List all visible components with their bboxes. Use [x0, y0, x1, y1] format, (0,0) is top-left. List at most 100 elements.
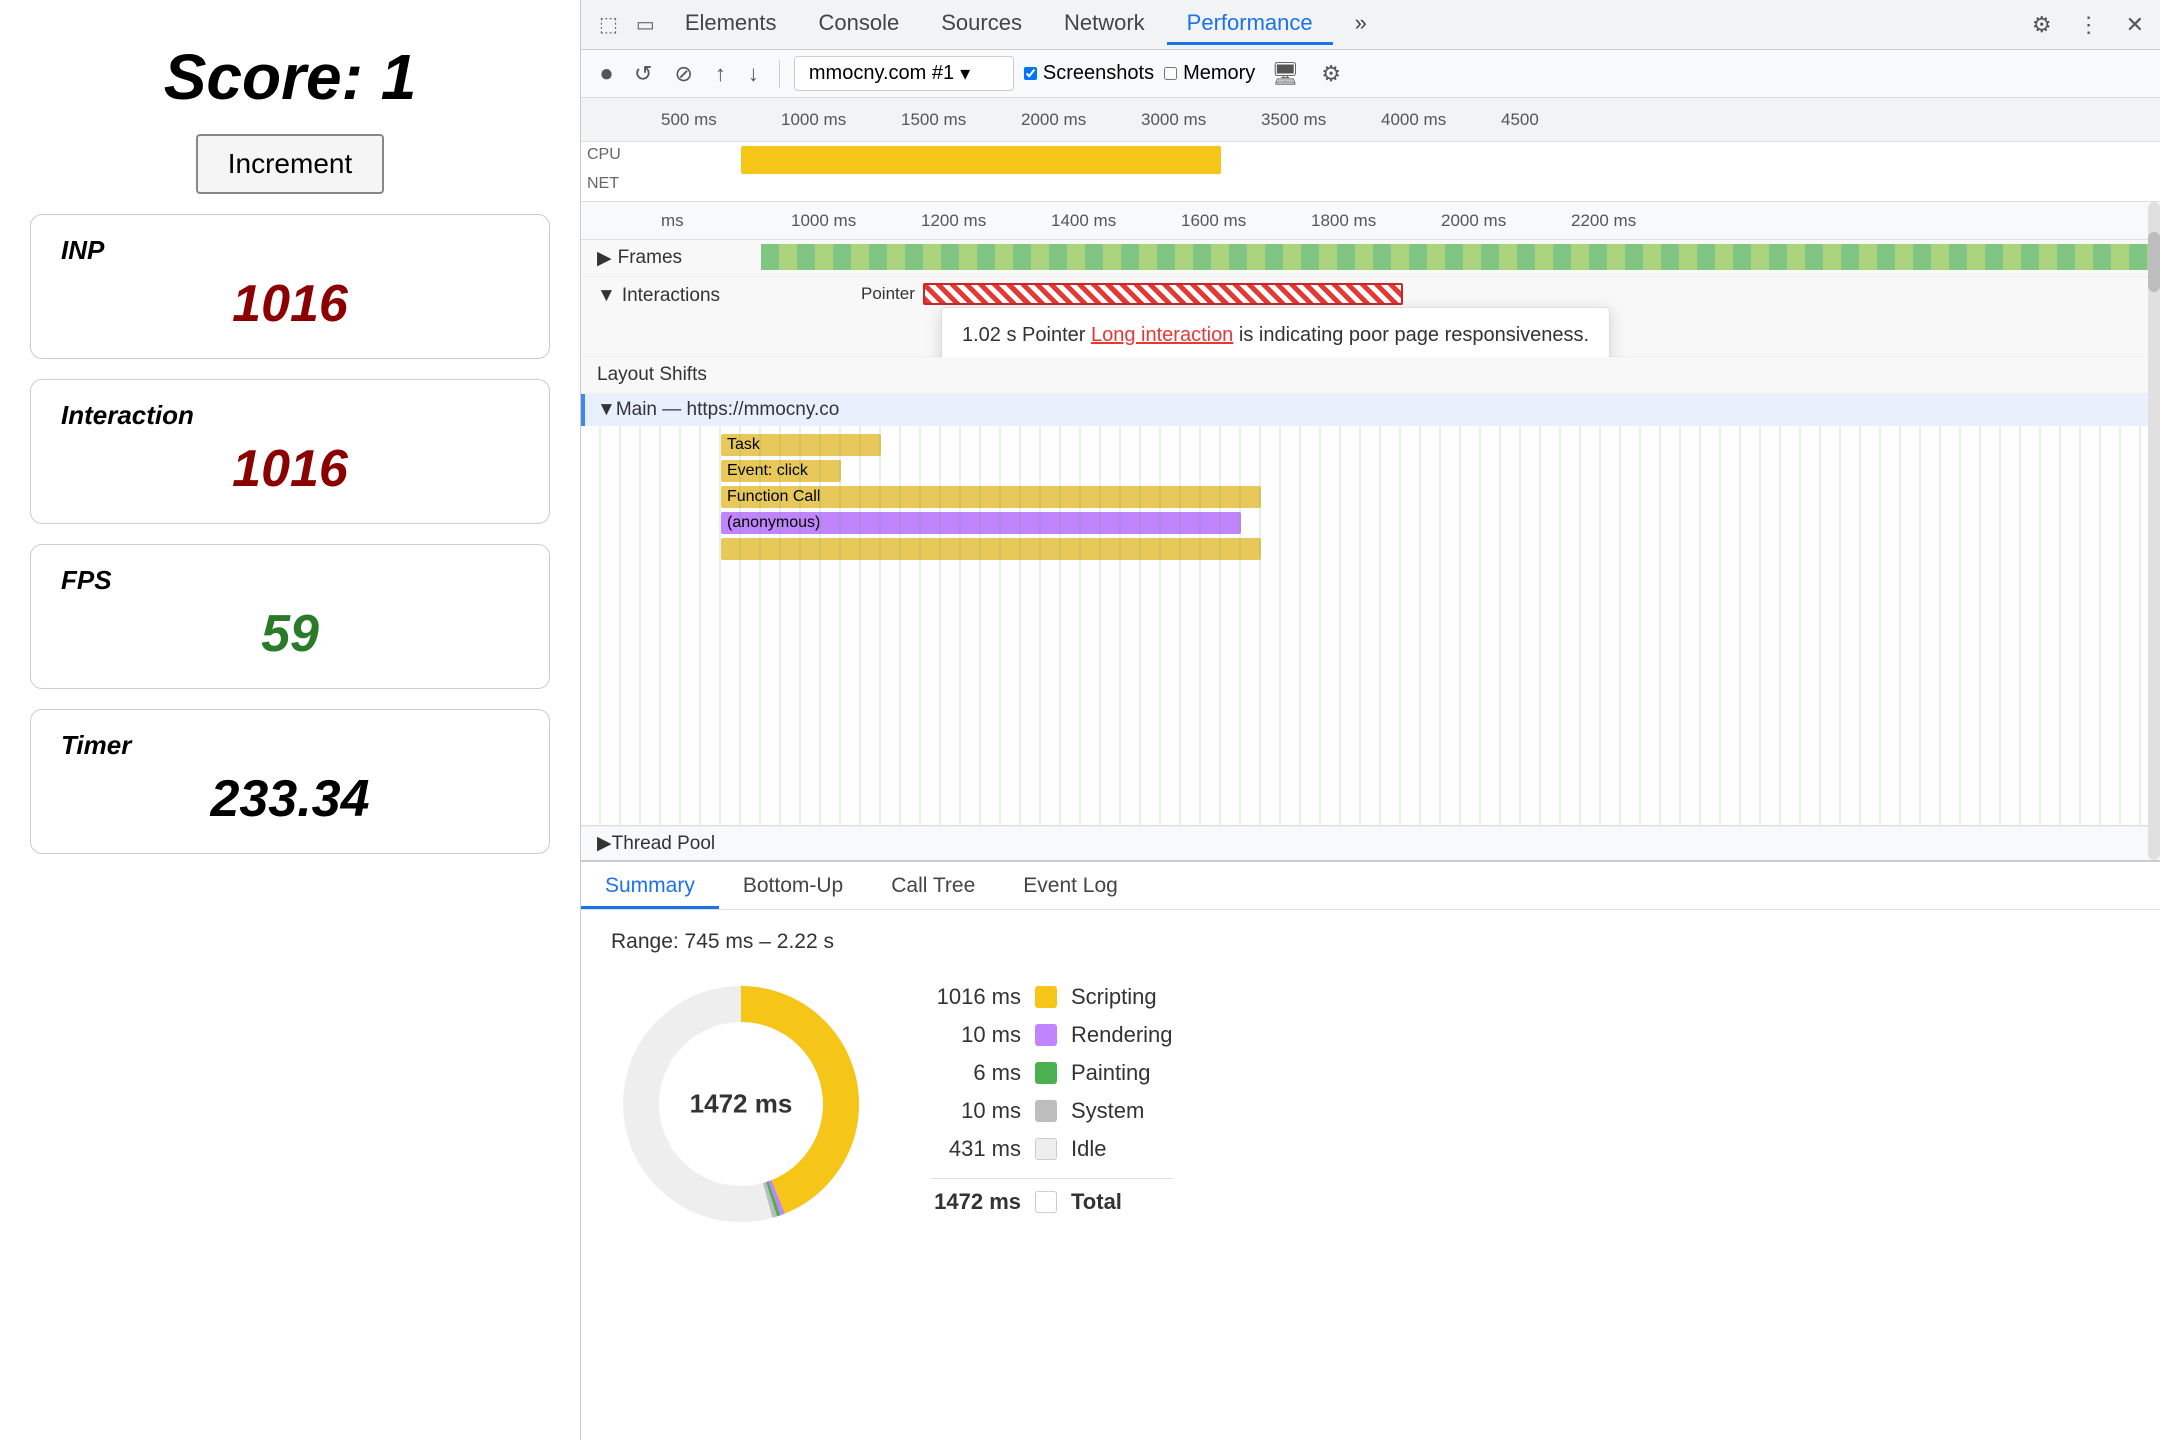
- more-icon[interactable]: ⋮: [2072, 8, 2106, 42]
- frames-arrow: ▶: [597, 247, 612, 270]
- timeline-main[interactable]: ms 1000 ms 1200 ms 1400 ms 1600 ms 1800 …: [581, 202, 2160, 860]
- legend-rendering: 10 ms Rendering: [931, 1022, 1173, 1048]
- timer-value: 233.34: [61, 769, 519, 829]
- flame-inner[interactable]: [721, 538, 1261, 560]
- cpu-net-area[interactable]: CPU NET: [581, 142, 2160, 202]
- tab-event-log[interactable]: Event Log: [999, 866, 1142, 909]
- system-dot: [1035, 1100, 1057, 1122]
- layout-shifts-track[interactable]: Layout Shifts: [581, 357, 2160, 394]
- interaction-label: Interaction: [61, 400, 519, 431]
- main-arrow: ▼: [597, 399, 616, 421]
- pointer-interaction-bar[interactable]: [923, 283, 1403, 305]
- scrollbar-thumb[interactable]: [2148, 232, 2160, 292]
- download-icon[interactable]: ↓: [742, 57, 765, 91]
- frames-label: ▶ Frames: [581, 247, 761, 270]
- painting-name: Painting: [1071, 1060, 1151, 1086]
- thread-pool-arrow: ▶: [597, 832, 612, 855]
- inspect-icon[interactable]: ⬚: [591, 6, 626, 43]
- devtools-tabbar: ⬚ ▭ Elements Console Sources Network Per…: [581, 0, 2160, 50]
- tab-call-tree[interactable]: Call Tree: [867, 866, 999, 909]
- settings-icon[interactable]: ⚙: [2026, 8, 2058, 42]
- legend-system: 10 ms System: [931, 1098, 1173, 1124]
- url-dropdown-icon[interactable]: ▾: [960, 61, 970, 86]
- idle-ms: 431 ms: [931, 1136, 1021, 1162]
- tab-more[interactable]: »: [1335, 4, 1387, 45]
- flame-area[interactable]: Task Event: click Function Call (anonymo…: [581, 426, 2160, 825]
- tick-4500: 4500: [1501, 110, 1621, 130]
- donut-label: 1472 ms: [690, 1089, 793, 1120]
- tab-summary[interactable]: Summary: [581, 866, 719, 909]
- r2-2000: 2000 ms: [1441, 211, 1571, 231]
- system-name: System: [1071, 1098, 1144, 1124]
- ruler-ticks-1: 500 ms 1000 ms 1500 ms 2000 ms 3000 ms 3…: [661, 110, 1621, 130]
- rendering-name: Rendering: [1071, 1022, 1173, 1048]
- scripting-dot: [1035, 986, 1057, 1008]
- total-dot: [1035, 1191, 1057, 1213]
- bottom-tabs: Summary Bottom-Up Call Tree Event Log: [581, 862, 2160, 910]
- tab-network[interactable]: Network: [1044, 4, 1165, 45]
- screenshots-checkbox[interactable]: [1024, 67, 1037, 80]
- record-icon[interactable]: ⏺: [595, 57, 618, 91]
- scrollbar[interactable]: [2148, 202, 2160, 860]
- url-box: mmocny.com #1 ▾: [794, 56, 1014, 91]
- layout-shifts-content: [761, 357, 2160, 393]
- tab-sources[interactable]: Sources: [921, 4, 1042, 45]
- frames-bar: [761, 244, 2160, 270]
- tick-3000: 3000 ms: [1141, 110, 1261, 130]
- flame-function-call[interactable]: Function Call: [721, 486, 1261, 508]
- tick-4000: 4000 ms: [1381, 110, 1501, 130]
- device-icon[interactable]: ▭: [628, 6, 663, 43]
- tick-1000: 1000 ms: [781, 110, 901, 130]
- rendering-dot: [1035, 1024, 1057, 1046]
- legend-scripting: 1016 ms Scripting: [931, 984, 1173, 1010]
- cpu-label: CPU: [581, 142, 627, 168]
- frames-track[interactable]: ▶ Frames: [581, 240, 2160, 277]
- fps-value: 59: [61, 604, 519, 664]
- interaction-value: 1016: [61, 439, 519, 499]
- tooltip-link[interactable]: Long interaction: [1091, 324, 1233, 346]
- inp-label: INP: [61, 235, 519, 266]
- painting-ms: 6 ms: [931, 1060, 1021, 1086]
- interactions-arrow: ▼: [597, 285, 616, 307]
- flame-event-click[interactable]: Event: click: [721, 460, 841, 482]
- tab-elements[interactable]: Elements: [665, 4, 797, 45]
- capture-icon[interactable]: 🖥: [1265, 57, 1305, 91]
- legend-painting: 6 ms Painting: [931, 1060, 1173, 1086]
- pointer-label: Pointer: [861, 284, 915, 304]
- legend: 1016 ms Scripting 10 ms Rendering 6 ms P…: [931, 974, 1173, 1215]
- settings2-icon[interactable]: ⚙: [1315, 57, 1347, 91]
- separator: [779, 60, 780, 88]
- close-icon[interactable]: ✕: [2120, 8, 2150, 42]
- tab-bottom-up[interactable]: Bottom-Up: [719, 866, 867, 909]
- upload-icon[interactable]: ↑: [709, 57, 732, 91]
- flame-task[interactable]: Task: [721, 434, 881, 456]
- interactions-label: ▼ Interactions: [581, 277, 761, 307]
- screenshots-label: Screenshots: [1043, 62, 1154, 85]
- refresh-icon[interactable]: ↺: [628, 57, 658, 91]
- legend-idle: 431 ms Idle: [931, 1136, 1173, 1162]
- fps-label: FPS: [61, 565, 519, 596]
- painting-dot: [1035, 1062, 1057, 1084]
- flame-anonymous[interactable]: (anonymous): [721, 512, 1241, 534]
- tab-console[interactable]: Console: [799, 4, 920, 45]
- scripting-name: Scripting: [1071, 984, 1157, 1010]
- tick-1500: 1500 ms: [901, 110, 1021, 130]
- screenshots-group: Screenshots: [1024, 62, 1154, 85]
- interactions-track[interactable]: ▼ Interactions Pointer 1.02 s Pointer Lo…: [581, 277, 2160, 357]
- total-name: Total: [1071, 1189, 1122, 1215]
- main-thread-area[interactable]: ▼ Main — https://mmocny.co Task Event: c…: [581, 394, 2160, 826]
- memory-checkbox[interactable]: [1164, 67, 1177, 80]
- range-text: Range: 745 ms – 2.22 s: [611, 930, 2130, 954]
- idle-dot: [1035, 1138, 1057, 1160]
- clear-icon[interactable]: ⊘: [668, 57, 698, 91]
- donut-chart: 1472 ms: [611, 974, 871, 1234]
- memory-group: Memory: [1164, 62, 1255, 85]
- inp-value: 1016: [61, 274, 519, 334]
- net-label: NET: [581, 171, 625, 197]
- r2-1800: 1800 ms: [1311, 211, 1441, 231]
- rendering-ms: 10 ms: [931, 1022, 1021, 1048]
- tab-performance[interactable]: Performance: [1167, 4, 1333, 45]
- increment-button[interactable]: Increment: [196, 134, 385, 194]
- main-thread-header: ▼ Main — https://mmocny.co: [581, 394, 2160, 426]
- thread-pool-header[interactable]: ▶ Thread Pool: [581, 826, 2160, 860]
